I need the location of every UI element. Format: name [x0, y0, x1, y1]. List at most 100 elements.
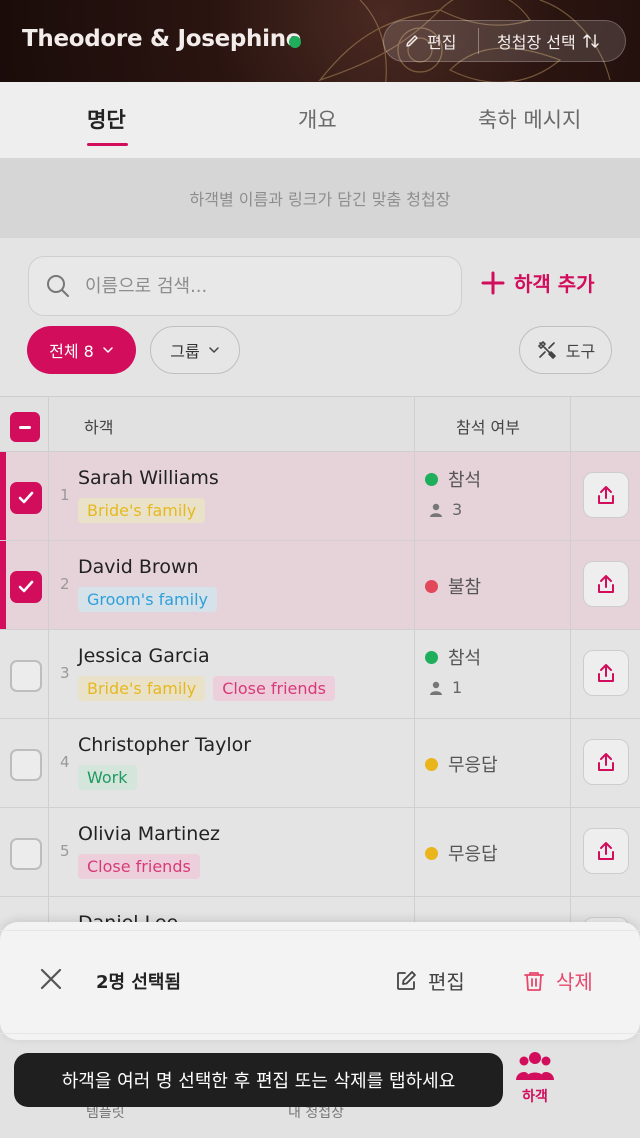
- selected-count: 2명 선택됨: [96, 972, 182, 993]
- filter-group-label: 그룹: [170, 342, 200, 361]
- custom-invitation-banner[interactable]: 하객별 이름과 링크가 담긴 맞춤 청첩장: [0, 158, 640, 238]
- tools-button[interactable]: 도구: [519, 326, 612, 374]
- table-row[interactable]: 1 Sarah Williams Bride's family 참석 3: [0, 452, 640, 541]
- attendance-status: 무응답: [425, 840, 498, 866]
- guest-name[interactable]: Christopher Taylor: [78, 734, 251, 756]
- group-tag: Groom's family: [78, 587, 217, 612]
- share-button[interactable]: [583, 828, 629, 874]
- toast-text: 하객을 여러 명 선택한 후 편집 또는 삭제를 탭하세요: [61, 1071, 456, 1092]
- app-header: Theodore & Josephine 편집 청첩장 선택: [0, 0, 640, 82]
- row-index: 2: [60, 575, 70, 593]
- row-checkbox[interactable]: [10, 838, 42, 870]
- status-dot: [425, 846, 438, 860]
- share-button[interactable]: [583, 650, 629, 696]
- row-index: 1: [60, 486, 70, 504]
- attendance-status: 참석: [425, 466, 481, 492]
- guest-table: 하객 참석 여부 1 Sarah Williams Bride's family 참석…: [0, 396, 640, 986]
- attendee-count: 3: [428, 500, 462, 519]
- check-icon: [18, 491, 34, 504]
- row-checkbox[interactable]: [10, 660, 42, 692]
- row-index: 3: [60, 664, 70, 682]
- plus-icon: [481, 271, 505, 294]
- search-icon: [47, 275, 69, 297]
- share-button[interactable]: [583, 561, 629, 607]
- guest-tags: Bride's family Close friends: [78, 676, 336, 701]
- bulk-delete-button[interactable]: 삭제: [522, 966, 593, 995]
- row-checkbox[interactable]: [10, 749, 42, 781]
- group-tag: Close friends: [213, 676, 336, 701]
- nav-guests-label: 하객: [522, 1089, 548, 1105]
- status-dot: [425, 579, 438, 593]
- group-tag: Bride's family: [78, 676, 206, 701]
- tab-bar: 명단 개요 축하 메시지: [0, 82, 640, 158]
- attendee-count-value: 3: [452, 500, 463, 519]
- nav-guests[interactable]: 하객: [514, 1050, 556, 1106]
- group-tag: Work: [78, 765, 137, 790]
- guest-name[interactable]: Sarah Williams: [78, 467, 219, 489]
- guest-tags: Work: [78, 765, 137, 790]
- select-invitation-label: 청첩장 선택: [497, 33, 576, 52]
- tools-label: 도구: [565, 342, 596, 361]
- tab-guest-list[interactable]: 명단: [87, 104, 126, 134]
- attendance-status: 참석: [425, 644, 481, 670]
- status-label: 참석: [448, 470, 482, 491]
- selection-action-bar: 2명 선택됨 편집 삭제: [0, 922, 640, 1040]
- attendance-status: 불참: [425, 573, 481, 599]
- status-label: 참석: [448, 648, 482, 669]
- guest-tags: Bride's family: [78, 498, 206, 523]
- search-box: [28, 256, 462, 316]
- column-header-attendance: 참석 여부: [456, 418, 520, 437]
- bulk-edit-button[interactable]: 편집: [394, 966, 465, 995]
- bulk-delete-label: 삭제: [556, 970, 593, 994]
- header-edit-button[interactable]: 편집: [384, 21, 478, 61]
- share-icon: [598, 486, 614, 504]
- table-row[interactable]: 4 Christopher Taylor Work 무응답: [0, 719, 640, 808]
- group-tag: Bride's family: [78, 498, 206, 523]
- select-invitation-button[interactable]: 청첩장 선택: [479, 21, 600, 61]
- share-icon: [598, 842, 614, 860]
- add-guest-button[interactable]: 하객 추가: [480, 268, 595, 297]
- chevron-down-icon: [208, 347, 219, 354]
- attendee-count-value: 1: [452, 678, 463, 697]
- guest-name[interactable]: Jessica Garcia: [78, 645, 210, 667]
- header-edit-label: 편집: [427, 33, 457, 52]
- share-icon: [598, 753, 614, 771]
- status-label: 무응답: [448, 844, 498, 865]
- couple-title: Theodore & Josephine: [22, 26, 302, 52]
- search-input[interactable]: [85, 275, 415, 297]
- share-button[interactable]: [583, 739, 629, 785]
- trash-icon: [524, 971, 544, 991]
- row-index: 4: [60, 753, 70, 771]
- person-icon: [430, 681, 442, 695]
- guest-tags: Groom's family: [78, 587, 217, 612]
- status-dot: [425, 650, 438, 664]
- filter-group-chip[interactable]: 그룹: [150, 326, 240, 374]
- attendance-status: 무응답: [425, 751, 498, 777]
- table-row[interactable]: 2 David Brown Groom's family 불참: [0, 541, 640, 630]
- row-checkbox[interactable]: [10, 571, 42, 603]
- select-all-checkbox[interactable]: [10, 412, 40, 442]
- guest-name[interactable]: Olivia Martinez: [78, 823, 220, 845]
- close-icon[interactable]: [38, 966, 64, 992]
- guest-tags: Close friends: [78, 854, 200, 879]
- row-checkbox[interactable]: [10, 482, 42, 514]
- table-row[interactable]: 5 Olivia Martinez Close friends 무응답: [0, 808, 640, 897]
- tab-overview[interactable]: 개요: [298, 104, 337, 134]
- active-tab-indicator: [87, 143, 128, 146]
- filter-all-chip[interactable]: 전체 8: [27, 326, 136, 374]
- attendee-count: 1: [428, 678, 462, 697]
- share-icon: [598, 664, 614, 682]
- guest-name[interactable]: David Brown: [78, 556, 199, 578]
- filter-all-label: 전체 8: [49, 342, 94, 361]
- people-icon: [516, 1052, 554, 1080]
- chevron-down-icon: [103, 347, 113, 354]
- check-icon: [18, 580, 34, 593]
- person-icon: [430, 503, 442, 517]
- status-dot: [425, 757, 438, 771]
- tab-messages[interactable]: 축하 메시지: [478, 104, 581, 134]
- share-button[interactable]: [583, 472, 629, 518]
- bulk-edit-label: 편집: [428, 970, 465, 994]
- table-row[interactable]: 3 Jessica Garcia Bride's family Close frien…: [0, 630, 640, 719]
- row-index: 5: [60, 842, 70, 860]
- status-label: 불참: [448, 577, 482, 598]
